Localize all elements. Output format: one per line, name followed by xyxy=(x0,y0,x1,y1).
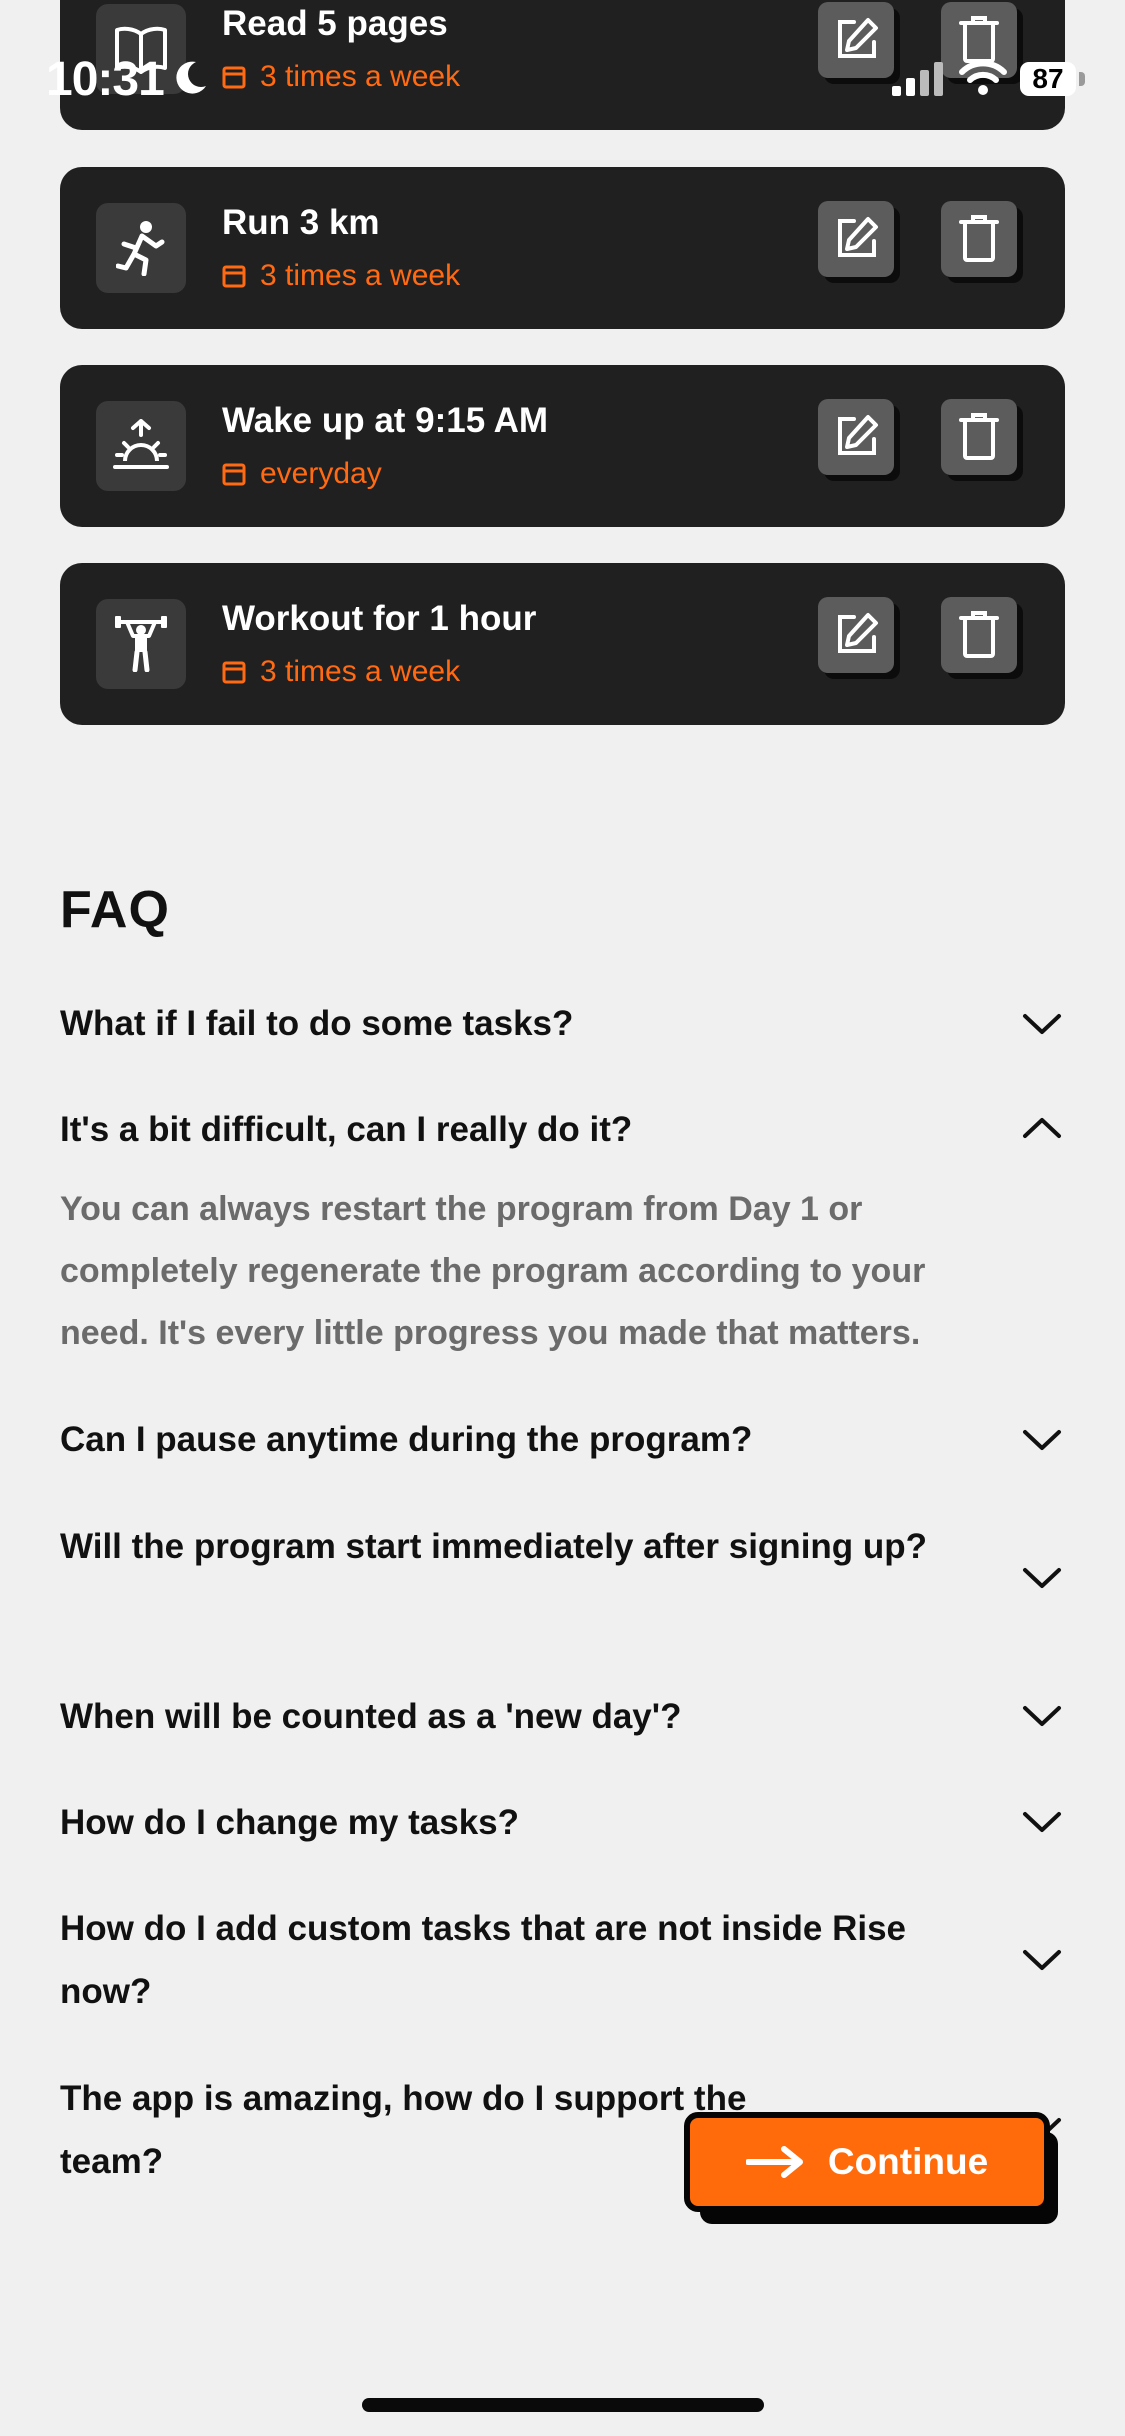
weightlifter-icon xyxy=(96,599,186,689)
edit-icon xyxy=(838,613,878,653)
signal-icon xyxy=(892,62,943,96)
faq-question[interactable]: Will the program start immediately after… xyxy=(60,1515,960,1578)
task-frequency: 3 times a week xyxy=(222,259,460,293)
continue-button[interactable]: Continue xyxy=(684,2112,1050,2212)
arrow-right-icon xyxy=(745,2146,803,2178)
calendar-icon xyxy=(222,463,246,486)
faq-question[interactable]: How do I add custom tasks that are not i… xyxy=(60,1897,960,2023)
delete-task-button[interactable] xyxy=(941,597,1017,673)
task-title: Wake up at 9:15 AM xyxy=(222,401,549,440)
calendar-icon xyxy=(222,265,246,288)
edit-task-button[interactable] xyxy=(818,201,894,277)
chevron-down-icon[interactable] xyxy=(1022,1008,1062,1038)
edit-task-button[interactable] xyxy=(818,597,894,673)
delete-task-button[interactable] xyxy=(941,201,1017,277)
faq-answer: You can always restart the program from … xyxy=(60,1190,926,1352)
chevron-down-icon[interactable] xyxy=(1022,1562,1062,1592)
task-card[interactable]: Workout for 1 hour 3 times a week xyxy=(60,563,1065,725)
edit-icon xyxy=(838,415,878,455)
delete-task-button[interactable] xyxy=(941,399,1017,475)
moon-icon xyxy=(176,61,206,94)
task-frequency: everyday xyxy=(222,457,382,491)
chevron-down-icon[interactable] xyxy=(1022,1700,1062,1730)
task-frequency: 3 times a week xyxy=(222,655,460,689)
faq-heading: FAQ xyxy=(60,881,170,939)
status-bar: 10:31 87 xyxy=(0,0,1125,150)
faq-question[interactable]: How do I change my tasks? xyxy=(60,1791,960,1854)
trash-icon xyxy=(959,611,999,658)
edit-task-button[interactable] xyxy=(818,399,894,475)
faq-question[interactable]: When will be counted as a 'new day'? xyxy=(60,1685,960,1748)
chevron-down-icon[interactable] xyxy=(1022,1944,1062,1974)
battery-tip xyxy=(1079,72,1085,86)
task-frequency-label: everyday xyxy=(260,457,382,490)
task-frequency-label: 3 times a week xyxy=(260,259,461,292)
home-indicator[interactable] xyxy=(362,2398,764,2412)
task-title: Run 3 km xyxy=(222,203,380,242)
chevron-down-icon[interactable] xyxy=(1022,1424,1062,1454)
edit-icon xyxy=(838,217,878,257)
faq-question[interactable]: It's a bit difficult, can I really do it… xyxy=(60,1098,960,1161)
task-card[interactable]: Run 3 km 3 times a week xyxy=(60,167,1065,329)
task-frequency-label: 3 times a week xyxy=(260,655,461,688)
sunrise-icon xyxy=(96,401,186,491)
chevron-down-icon[interactable] xyxy=(1022,1806,1062,1836)
calendar-icon xyxy=(222,661,246,684)
trash-icon xyxy=(959,215,999,262)
runner-icon xyxy=(96,203,186,293)
wifi-icon xyxy=(959,60,1007,95)
chevron-up-icon[interactable] xyxy=(1022,1114,1062,1144)
faq-question[interactable]: What if I fail to do some tasks? xyxy=(60,992,960,1055)
trash-icon xyxy=(959,413,999,460)
task-title: Workout for 1 hour xyxy=(222,599,537,638)
battery-indicator: 87 xyxy=(1020,62,1076,96)
faq-question[interactable]: Can I pause anytime during the program? xyxy=(60,1408,960,1471)
task-card[interactable]: Wake up at 9:15 AM everyday xyxy=(60,365,1065,527)
status-time: 10:31 xyxy=(46,53,165,106)
continue-label: Continue xyxy=(827,2141,989,2182)
